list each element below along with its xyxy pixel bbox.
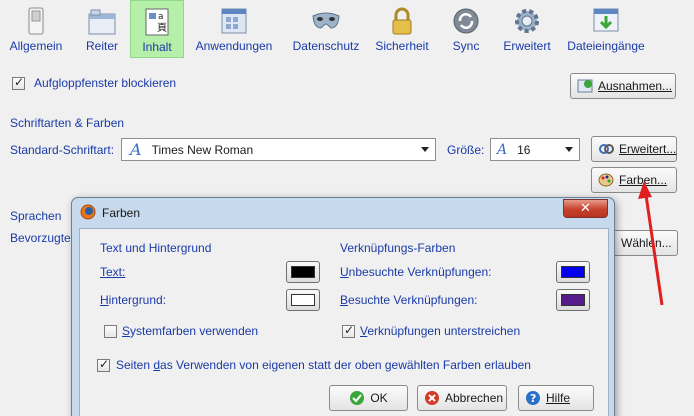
font-size-select[interactable]: A 16	[490, 138, 580, 161]
text-color-picker[interactable]	[286, 261, 320, 283]
tab-dateieingaenge[interactable]: Dateieingänge	[566, 0, 646, 58]
text-color-label: Text:	[100, 265, 126, 279]
tab-label: Inhalt	[142, 40, 172, 54]
allow-page-colors-checkbox[interactable]	[97, 357, 110, 372]
default-font-value: Times New Roman	[151, 142, 254, 157]
popup-block-label: Aufgloppfenster blockieren	[34, 76, 177, 90]
tab-label: Reiter	[85, 39, 118, 53]
advanced-fonts-button[interactable]: Erweitert...	[591, 136, 677, 162]
applications-icon	[219, 6, 249, 36]
tab-label: Sync	[452, 39, 480, 53]
security-lock-icon	[387, 6, 417, 36]
unvisited-links-label: Unbesuchte Verknüpfungen:	[340, 265, 492, 279]
advanced-fonts-icon	[598, 141, 614, 157]
text-color-swatch	[291, 266, 315, 278]
link-colors-heading: Verknüpfungs-Farben	[340, 241, 456, 255]
cancel-icon	[424, 390, 440, 406]
tab-inhalt[interactable]: a頁 Inhalt	[130, 0, 184, 58]
default-font-select[interactable]: A Times New Roman	[121, 138, 436, 161]
cancel-button[interactable]: Abbrechen	[417, 385, 507, 411]
underline-links-checkbox[interactable]	[342, 323, 355, 338]
allow-page-colors-label: Seiten das Verwenden von eigenen statt d…	[116, 358, 531, 372]
colors-dialog: Farben ✕ Text und Hintergrund Text: Hint…	[71, 197, 615, 416]
system-colors-checkbox[interactable]	[104, 325, 117, 338]
firefox-icon	[80, 204, 96, 223]
tab-sicherheit[interactable]: Sicherheit	[372, 0, 432, 58]
visited-links-label: Besuchte Verknüpfungen:	[340, 293, 478, 307]
tab-erweitert[interactable]: Erweitert	[500, 0, 554, 58]
help-button[interactable]: ? Hilfe	[518, 385, 594, 411]
privacy-mask-icon	[311, 6, 341, 36]
font-size-icon: A	[497, 141, 508, 158]
checkmark-icon	[349, 390, 365, 406]
general-switch-icon	[21, 6, 51, 36]
tab-label: Sicherheit	[375, 39, 429, 53]
visited-color-picker[interactable]	[556, 289, 590, 311]
chevron-down-icon	[421, 147, 429, 152]
background-color-swatch	[291, 294, 315, 306]
dialog-body: Text und Hintergrund Text: Hintergrund: …	[79, 228, 609, 416]
exceptions-button[interactable]: Ausnahmen...	[570, 73, 676, 99]
tab-anwendungen[interactable]: Anwendungen	[192, 0, 276, 58]
fonts-colors-heading: Schriftarten & Farben	[10, 116, 125, 130]
tabs-window-icon	[87, 6, 117, 36]
downloads-icon	[591, 6, 621, 36]
tab-label: Anwendungen	[195, 39, 273, 53]
unvisited-color-swatch	[561, 266, 585, 278]
palette-icon	[598, 172, 614, 188]
svg-text:?: ?	[530, 392, 536, 405]
background-color-label: Hintergrund:	[100, 293, 167, 307]
tab-allgemein[interactable]: Allgemein	[4, 0, 68, 58]
chevron-down-icon	[565, 147, 573, 152]
svg-text:a: a	[158, 12, 164, 22]
svg-text:頁: 頁	[157, 22, 167, 34]
content-page-icon: a頁	[142, 7, 172, 37]
tab-label: Erweitert	[503, 39, 551, 53]
visited-color-swatch	[561, 294, 585, 306]
ok-button[interactable]: OK	[329, 385, 408, 411]
close-icon: ✕	[580, 201, 591, 216]
help-icon: ?	[525, 390, 541, 406]
size-label: Größe:	[447, 143, 485, 157]
tab-datenschutz[interactable]: Datenschutz	[290, 0, 362, 58]
default-font-label: Standard-Schriftart:	[10, 143, 115, 157]
preferences-toolbar: Allgemein Reiter a頁 Inhalt Anwendungen D…	[0, 0, 694, 58]
annotation-arrow	[638, 181, 664, 306]
underline-links-label: Verknüpfungen unterstreichen	[360, 324, 521, 338]
dialog-title: Farben	[102, 206, 141, 220]
font-size-value: 16	[517, 142, 531, 157]
tab-sync[interactable]: Sync	[446, 0, 486, 58]
advanced-gear-icon	[512, 6, 542, 36]
tab-label: Dateieingänge	[567, 39, 645, 53]
preferred-languages-label: Bevorzugte	[10, 231, 71, 245]
background-color-picker[interactable]	[286, 289, 320, 311]
languages-heading: Sprachen	[10, 209, 62, 223]
tab-label: Allgemein	[9, 39, 63, 53]
sync-icon	[451, 6, 481, 36]
tab-reiter[interactable]: Reiter	[74, 0, 130, 58]
unvisited-color-picker[interactable]	[556, 261, 590, 283]
font-a-icon: A	[130, 140, 142, 159]
dialog-titlebar[interactable]: Farben ✕	[72, 198, 614, 228]
tab-label: Datenschutz	[292, 39, 360, 53]
popup-block-checkbox[interactable]	[12, 75, 25, 90]
system-colors-label: Systemfarben verwenden	[122, 324, 259, 338]
text-background-heading: Text und Hintergrund	[100, 241, 212, 255]
exceptions-icon	[577, 78, 593, 94]
close-button[interactable]: ✕	[563, 199, 608, 218]
